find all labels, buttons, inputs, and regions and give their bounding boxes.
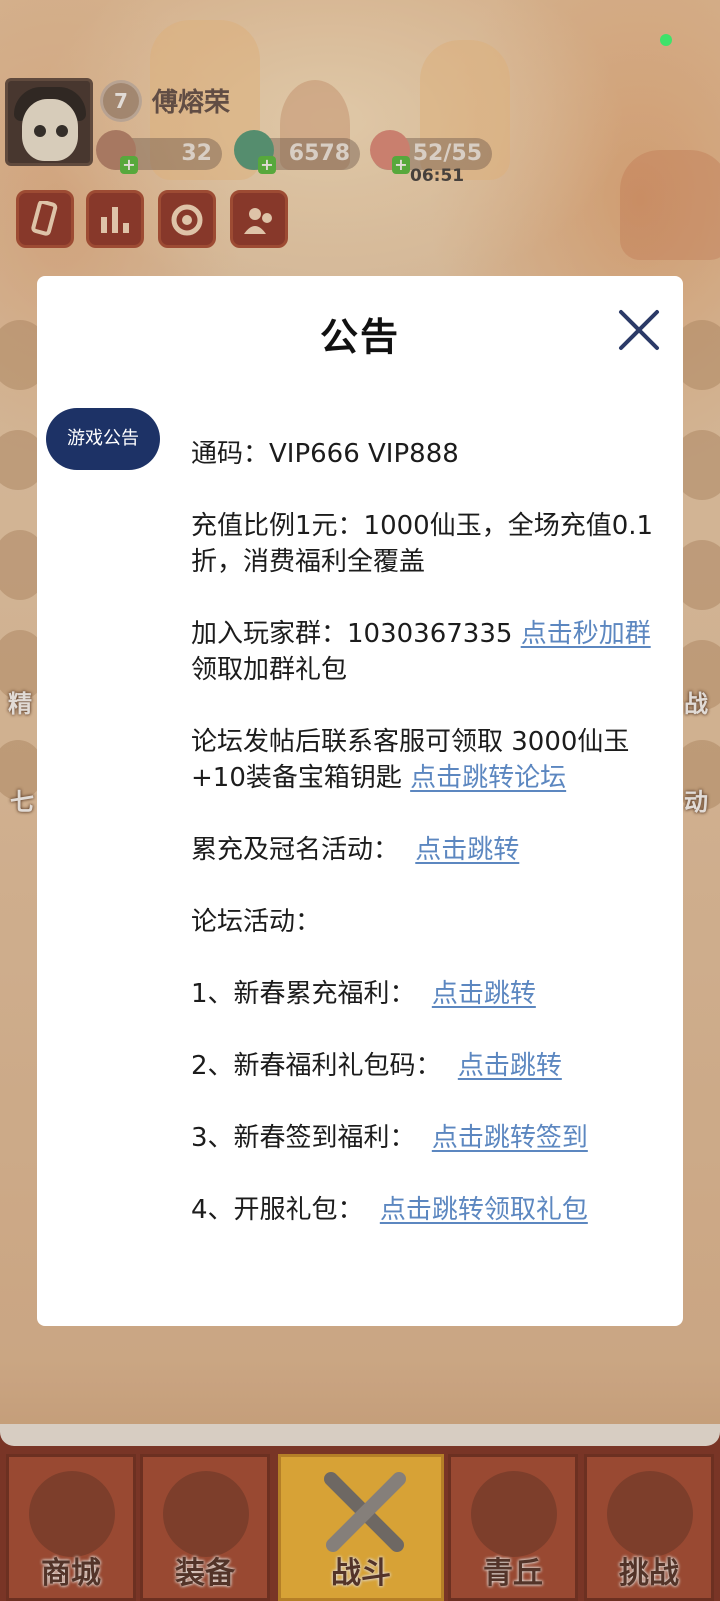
status-indicator-dot — [660, 34, 672, 46]
announcement-dialog: 公告 游戏公告 通码：VIP666 VIP888 充值比例1元：1000仙玉，全… — [37, 276, 683, 1326]
announcement-content: 通码：VIP666 VIP888 充值比例1元：1000仙玉，全场充值0.1折，… — [191, 436, 661, 1264]
dialog-title: 公告 — [319, 315, 400, 359]
activity-item-text: 2、新春福利礼包码： — [191, 1051, 442, 1081]
forum-reward-line: 论坛发帖后联系客服可领取 3000仙玉+10装备宝箱钥匙 点击跳转论坛 — [191, 724, 661, 796]
player-group-line: 加入玩家群：1030367335 点击秒加群 领取加群礼包 — [191, 616, 661, 688]
activity-item-text: 4、开服礼包： — [191, 1195, 364, 1225]
activity-item-2-link[interactable]: 点击跳转 — [458, 1051, 562, 1081]
activity-item-4-link[interactable]: 点击跳转领取礼包 — [380, 1195, 588, 1225]
player-group-text: 加入玩家群：1030367335 — [191, 619, 521, 649]
code-line: 通码：VIP666 VIP888 — [191, 439, 459, 469]
tab-game-announcement[interactable]: 游戏公告 — [46, 408, 160, 470]
cumulative-recharge-line: 累充及冠名活动： 点击跳转 — [191, 832, 661, 868]
close-button[interactable] — [617, 308, 661, 352]
forum-link[interactable]: 点击跳转论坛 — [410, 763, 566, 793]
activity-item-3: 3、新春签到福利： 点击跳转签到 — [191, 1120, 661, 1156]
activity-item-1: 1、新春累充福利： 点击跳转 — [191, 976, 661, 1012]
activity-item-text: 3、新春签到福利： — [191, 1123, 416, 1153]
join-group-link[interactable]: 点击秒加群 — [521, 619, 651, 649]
activity-item-4: 4、开服礼包： 点击跳转领取礼包 — [191, 1192, 661, 1228]
close-icon — [619, 310, 659, 350]
player-group-text-2: 领取加群礼包 — [191, 655, 348, 685]
cumulative-recharge-text: 累充及冠名活动： — [191, 835, 400, 865]
recharge-ratio-line: 充值比例1元：1000仙玉，全场充值0.1折，消费福利全覆盖 — [191, 511, 654, 577]
activity-item-text: 1、新春累充福利： — [191, 979, 416, 1009]
activity-item-3-link[interactable]: 点击跳转签到 — [432, 1123, 588, 1153]
activity-item-1-link[interactable]: 点击跳转 — [432, 979, 536, 1009]
cumulative-recharge-link[interactable]: 点击跳转 — [415, 835, 519, 865]
forum-activity-heading: 论坛活动： — [191, 907, 322, 937]
activity-item-2: 2、新春福利礼包码： 点击跳转 — [191, 1048, 661, 1084]
